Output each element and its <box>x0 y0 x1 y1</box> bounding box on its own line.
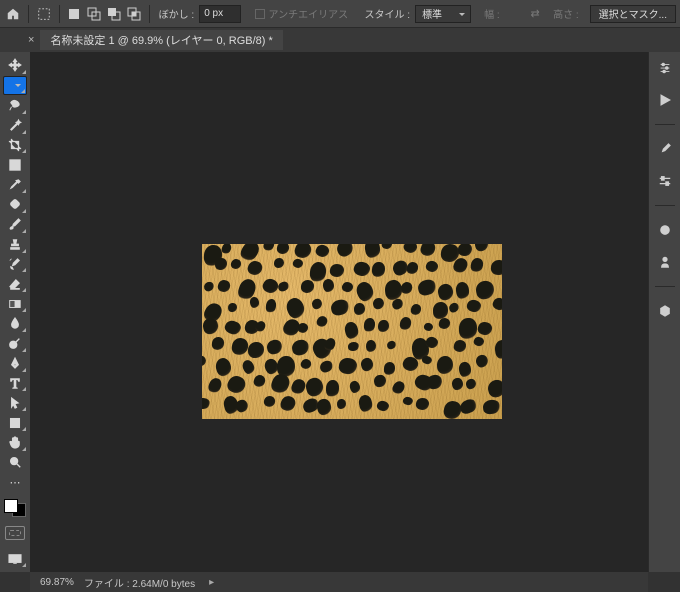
document-tab-bar: × 名称未設定 1 @ 69.9% (レイヤー 0, RGB/8) * <box>0 28 680 52</box>
chevron-right-icon[interactable]: ▸ <box>209 577 214 588</box>
frame-tool[interactable] <box>3 155 27 174</box>
workspace: ⋯ <box>0 52 680 572</box>
height-label: 高さ : <box>553 6 579 21</box>
separator <box>28 5 29 23</box>
properties-icon[interactable] <box>655 58 675 78</box>
lasso-tool[interactable] <box>3 96 27 115</box>
dodge-tool[interactable] <box>3 334 27 353</box>
hand-tool[interactable] <box>3 433 27 452</box>
antialias-checkbox: アンチエイリアス <box>255 6 349 21</box>
blur-tool[interactable] <box>3 314 27 333</box>
gradient-tool[interactable] <box>3 294 27 313</box>
threed-icon[interactable] <box>655 220 675 240</box>
marquee-preset-icon[interactable] <box>35 4 53 24</box>
play-icon[interactable] <box>655 90 675 110</box>
shape-tool[interactable] <box>3 413 27 432</box>
screen-mode[interactable] <box>3 549 27 568</box>
cube-icon[interactable] <box>655 301 675 321</box>
wand-tool[interactable] <box>3 116 27 135</box>
type-tool[interactable] <box>3 374 27 393</box>
eraser-tool[interactable] <box>3 274 27 293</box>
move-tool[interactable] <box>3 56 27 75</box>
color-swatches[interactable] <box>4 499 26 518</box>
home-button[interactable] <box>4 4 22 24</box>
crop-tool[interactable] <box>3 136 27 155</box>
separator <box>149 5 150 23</box>
zoom-tool[interactable] <box>3 453 27 472</box>
history-brush-tool[interactable] <box>3 255 27 274</box>
character-icon[interactable] <box>655 252 675 272</box>
selection-intersect-icon[interactable] <box>125 4 143 24</box>
swap-dims-icon: ⇄ <box>531 7 540 20</box>
selection-new-icon[interactable] <box>65 4 83 24</box>
style-select[interactable]: 標準 <box>415 5 471 23</box>
file-size-label: ファイル : 2.64M/0 bytes <box>84 575 195 590</box>
adjustments-icon[interactable] <box>655 171 675 191</box>
fg-color[interactable] <box>4 499 18 513</box>
right-panel-strip <box>648 52 680 572</box>
separator <box>59 5 60 23</box>
canvas-area[interactable] <box>30 52 648 572</box>
eyedropper-tool[interactable] <box>3 175 27 194</box>
selection-add-icon[interactable] <box>85 4 103 24</box>
marquee-tool[interactable] <box>3 76 27 95</box>
width-label: 幅 : <box>484 6 500 21</box>
quick-mask-toggle[interactable] <box>5 526 25 540</box>
selection-subtract-icon[interactable] <box>105 4 123 24</box>
status-bar: 69.87% ファイル : 2.64M/0 bytes ▸ <box>30 572 648 592</box>
heal-tool[interactable] <box>3 195 27 214</box>
document-tab[interactable]: 名称未設定 1 @ 69.9% (レイヤー 0, RGB/8) * <box>40 30 282 50</box>
options-bar: ぼかし : アンチエイリアス スタイル : 標準 幅 : ⇄ 高さ : 選択とマ… <box>0 0 680 28</box>
path-select-tool[interactable] <box>3 393 27 412</box>
stamp-tool[interactable] <box>3 235 27 254</box>
zoom-level[interactable]: 69.87% <box>40 577 74 588</box>
brush-tool[interactable] <box>3 215 27 234</box>
tools-panel: ⋯ <box>0 52 30 572</box>
style-label: スタイル : <box>365 6 411 21</box>
pen-tool[interactable] <box>3 354 27 373</box>
feather-input[interactable] <box>199 5 241 23</box>
feather-label: ぼかし : <box>159 6 195 21</box>
tab-close-icon[interactable]: × <box>28 34 34 46</box>
brush-settings-icon[interactable] <box>655 139 675 159</box>
select-and-mask-button[interactable]: 選択とマスク... <box>590 5 676 23</box>
document-canvas[interactable] <box>202 244 502 419</box>
edit-toolbar[interactable]: ⋯ <box>3 473 27 492</box>
